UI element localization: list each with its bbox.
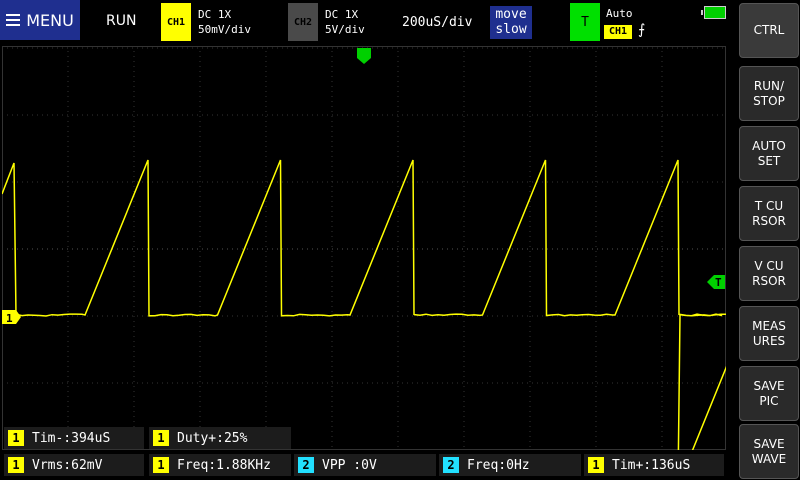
meas-channel-tag: 2 [443, 457, 459, 473]
button-label: STOP [753, 94, 785, 109]
ch1-marker-label: 1 [6, 312, 13, 325]
ch2-scale: 5V/div [325, 22, 365, 37]
time-cursor-button[interactable]: T CU RSOR [739, 186, 799, 241]
ch1-scale: 50mV/div [198, 22, 251, 37]
button-label: SAVE [752, 437, 786, 452]
button-label: WAVE [752, 452, 786, 467]
trigger-mode[interactable]: Auto [606, 7, 633, 20]
meas-channel-tag: 1 [8, 430, 24, 446]
button-label: URES [752, 334, 786, 349]
button-label: SET [752, 154, 786, 169]
screen-background [2, 46, 726, 450]
ch2-coupling: DC 1X [325, 7, 365, 22]
move-label: move [490, 7, 532, 22]
button-label: V CU [752, 259, 786, 274]
timebase[interactable]: 200uS/div [402, 15, 472, 30]
measurement-duty[interactable]: 1 Duty+:25% [149, 427, 291, 449]
meas-value: Tim+:136uS [612, 458, 690, 473]
measurement-tim-minus[interactable]: 1 Tim-:394uS [4, 427, 144, 449]
button-label: RUN/ [753, 79, 785, 94]
save-pic-button[interactable]: SAVE PIC [739, 366, 799, 421]
move-speed-button[interactable]: move slow [490, 6, 532, 39]
button-label: MEAS [752, 319, 786, 334]
meas-value: Vrms:62mV [32, 458, 102, 473]
button-label: RSOR [752, 274, 786, 289]
measurement-ch1-freq[interactable]: 1 Freq:1.88KHz [149, 454, 291, 476]
menu-icon [6, 14, 20, 26]
ctrl-button[interactable]: CTRL [739, 3, 799, 58]
battery-icon [704, 6, 726, 19]
scope-screen[interactable]: 1 T [2, 46, 726, 450]
run-state: RUN [106, 13, 136, 29]
measurement-ch2-vpp[interactable]: 2 VPP :0V [294, 454, 436, 476]
ch1-tag[interactable]: CH1 [161, 3, 191, 41]
meas-value: Freq:0Hz [467, 458, 530, 473]
meas-channel-tag: 1 [153, 430, 169, 446]
speed-label: slow [490, 22, 532, 37]
meas-channel-tag: 1 [153, 457, 169, 473]
meas-value: Tim-:394uS [32, 431, 110, 446]
measurement-tim-plus[interactable]: 1 Tim+:136uS [584, 454, 724, 476]
meas-value: Duty+:25% [177, 431, 247, 446]
button-label: PIC [753, 394, 784, 409]
voltage-cursor-button[interactable]: V CU RSOR [739, 246, 799, 301]
button-label: T CU [752, 199, 786, 214]
trigger-tag[interactable]: T [570, 3, 600, 41]
measurement-ch2-freq[interactable]: 2 Freq:0Hz [439, 454, 581, 476]
trigger-marker-label: T [715, 276, 722, 289]
auto-set-button[interactable]: AUTO SET [739, 126, 799, 181]
button-label: CTRL [754, 23, 785, 38]
meas-value: VPP :0V [322, 458, 377, 473]
ch1-settings[interactable]: DC 1X 50mV/div [198, 7, 251, 37]
run-stop-button[interactable]: RUN/STOP [739, 66, 799, 121]
trigger-edge-icon: ⨍ [638, 22, 645, 38]
meas-channel-tag: 1 [588, 457, 604, 473]
save-wave-button[interactable]: SAVE WAVE [739, 424, 799, 479]
measurement-vrms[interactable]: 1 Vrms:62mV [4, 454, 144, 476]
trigger-source[interactable]: CH1 [604, 25, 632, 39]
menu-label: MENU [26, 11, 74, 30]
ch1-coupling: DC 1X [198, 7, 251, 22]
meas-channel-tag: 2 [298, 457, 314, 473]
ch2-settings[interactable]: DC 1X 5V/div [325, 7, 365, 37]
button-label: RSOR [752, 214, 786, 229]
ch2-tag[interactable]: CH2 [288, 3, 318, 41]
button-label: AUTO [752, 139, 786, 154]
meas-value: Freq:1.88KHz [177, 458, 271, 473]
meas-channel-tag: 1 [8, 457, 24, 473]
measures-button[interactable]: MEAS URES [739, 306, 799, 361]
menu-button[interactable]: MENU [0, 0, 80, 40]
button-label: SAVE [753, 379, 784, 394]
